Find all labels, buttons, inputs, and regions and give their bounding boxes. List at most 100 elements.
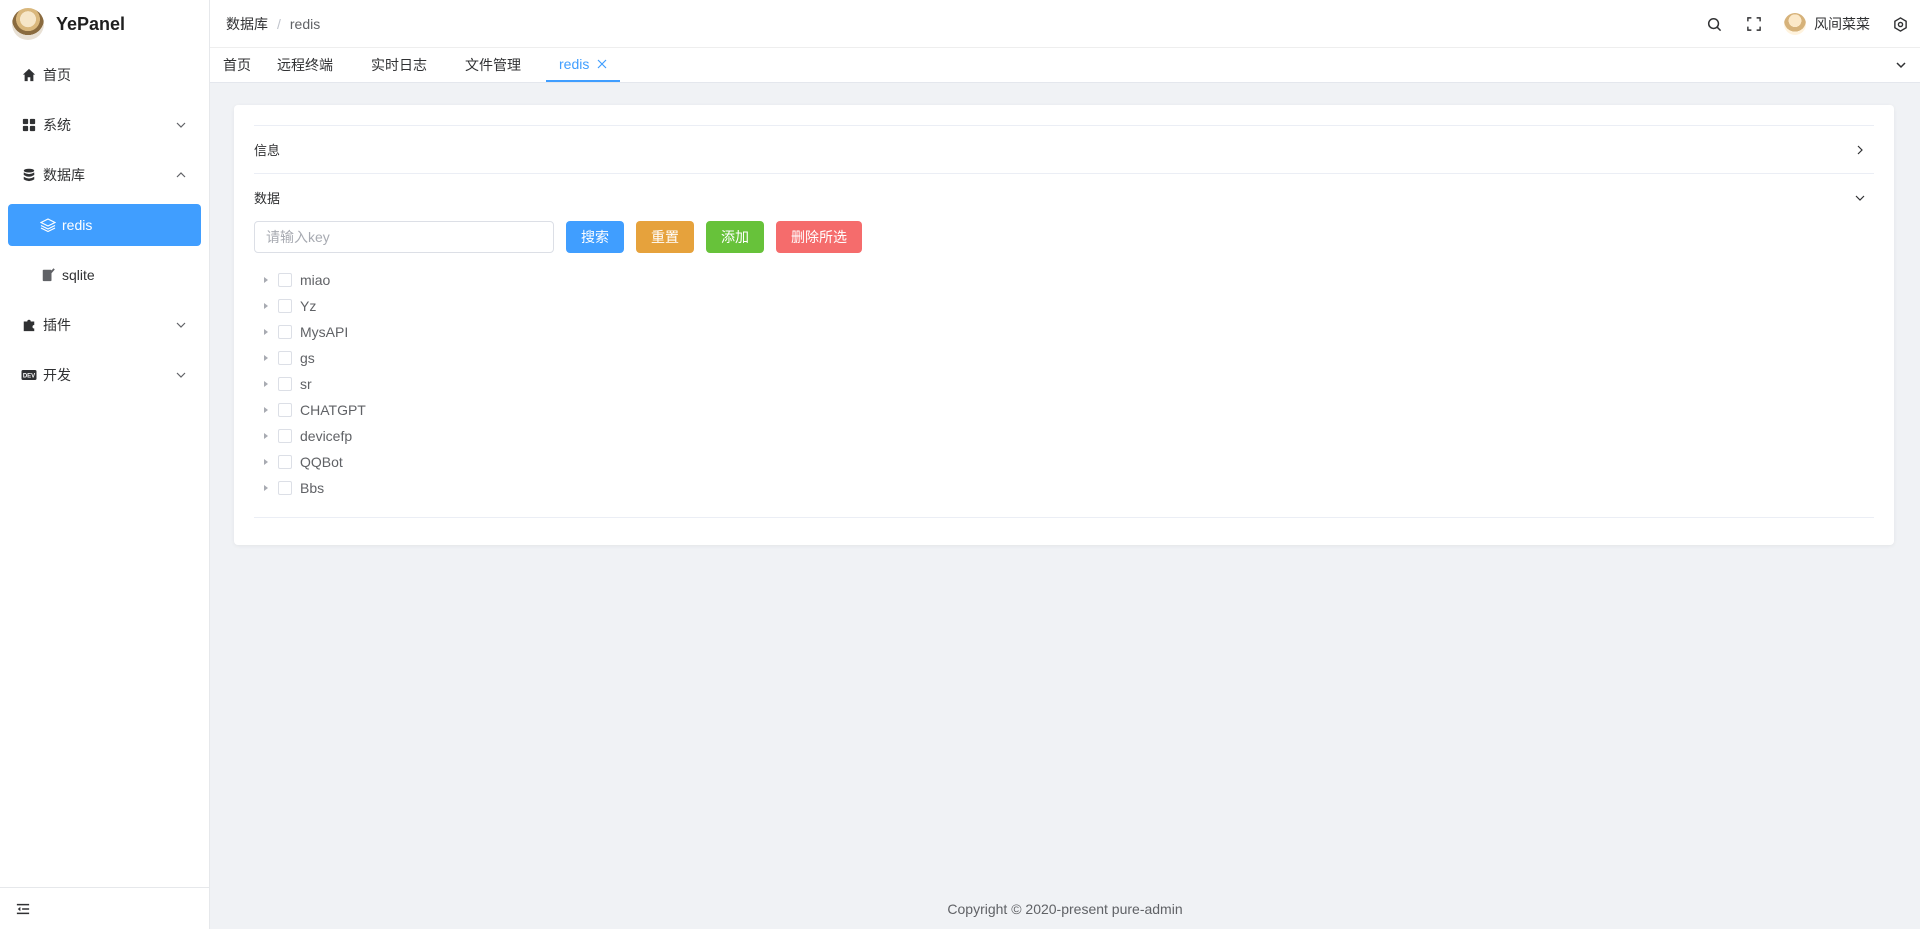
- feather-icon: [40, 267, 56, 283]
- tree-node-label: CHATGPT: [300, 402, 366, 418]
- sidebar-item-dev[interactable]: DEV 开发: [0, 350, 209, 400]
- tree-node-checkbox[interactable]: [278, 351, 292, 365]
- user-name: 风间菜菜: [1814, 16, 1870, 32]
- menu-fold-icon: [16, 903, 30, 914]
- sidebar-item-home[interactable]: 首页: [0, 50, 209, 100]
- tree-node-label: devicefp: [300, 428, 353, 444]
- redis-panel: 信息 数据 搜索 重置 添加 删除所选 miao Yz MysAPI gs sr CHAT…: [234, 105, 1894, 545]
- tree-node-label: MysAPI: [300, 324, 349, 340]
- caret-right-icon[interactable]: [254, 449, 278, 475]
- tree-node-checkbox[interactable]: [278, 455, 292, 469]
- dev-icon: DEV: [21, 367, 37, 383]
- tab-terminal[interactable]: 远程终端: [264, 48, 346, 82]
- sidebar-item-redis[interactable]: redis: [8, 204, 201, 246]
- caret-right-icon[interactable]: [254, 345, 278, 371]
- sidebar-item-label: 系统: [43, 117, 71, 133]
- toolbar: 搜索 重置 添加 删除所选: [254, 221, 1874, 253]
- sidebar-item-database[interactable]: 数据库: [0, 150, 209, 200]
- tab-logs[interactable]: 实时日志: [358, 48, 440, 82]
- collapse-title: 信息: [254, 143, 281, 158]
- tree-node[interactable]: miao: [254, 267, 1874, 293]
- tree-node[interactable]: sr: [254, 371, 1874, 397]
- sidebar-item-label: 数据库: [43, 167, 85, 183]
- caret-right-icon[interactable]: [254, 423, 278, 449]
- header: 数据库 / redis 风间菜菜: [210, 0, 1920, 48]
- sidebar-item-label: 插件: [43, 317, 71, 333]
- search-button[interactable]: [1694, 0, 1734, 48]
- chevron-down-icon: [1855, 195, 1865, 201]
- sidebar-item-label: 首页: [43, 67, 71, 83]
- sidebar: YePanel 首页 系统 数据库 redis sqlite 插件 DEV 开发: [0, 0, 210, 929]
- chevron-down-icon: [176, 122, 186, 128]
- chevron-up-icon: [176, 172, 186, 178]
- svg-text:DEV: DEV: [23, 374, 35, 380]
- tree-node[interactable]: QQBot: [254, 449, 1874, 475]
- header-actions: 风间菜菜: [1694, 0, 1920, 48]
- tree-node-label: miao: [300, 272, 331, 288]
- tree-node-label: QQBot: [300, 454, 343, 470]
- tabs-bar: 首页 远程终端 实时日志 文件管理 redis: [210, 48, 1920, 83]
- sidebar-item-plugins[interactable]: 插件: [0, 300, 209, 350]
- puzzle-icon: [21, 317, 37, 333]
- caret-right-icon[interactable]: [254, 475, 278, 501]
- reset-button[interactable]: 重置: [636, 221, 694, 253]
- tree-node-checkbox[interactable]: [278, 481, 292, 495]
- tree-node-checkbox[interactable]: [278, 403, 292, 417]
- sidebar-menu: 首页 系统 数据库 redis sqlite 插件 DEV 开发: [0, 50, 209, 400]
- breadcrumb: 数据库 / redis: [226, 14, 320, 34]
- tree-node[interactable]: Yz: [254, 293, 1874, 319]
- key-tree: miao Yz MysAPI gs sr CHATGPT devicefp QQBot Bbs: [254, 267, 1874, 501]
- database-icon: [21, 167, 37, 183]
- collapse-title: 数据: [254, 191, 281, 206]
- close-icon[interactable]: [597, 59, 607, 69]
- caret-right-icon[interactable]: [254, 267, 278, 293]
- caret-right-icon[interactable]: [254, 371, 278, 397]
- home-icon: [21, 67, 37, 83]
- tree-node-checkbox[interactable]: [278, 299, 292, 313]
- delete-selected-button[interactable]: 删除所选: [776, 221, 862, 253]
- tree-node[interactable]: devicefp: [254, 423, 1874, 449]
- search-button[interactable]: 搜索: [566, 221, 624, 253]
- tree-node[interactable]: gs: [254, 345, 1874, 371]
- chevron-down-icon: [176, 372, 186, 378]
- app-title: YePanel: [56, 13, 126, 34]
- tab-label: 文件管理: [465, 57, 521, 73]
- caret-right-icon[interactable]: [254, 397, 278, 423]
- settings-button[interactable]: [1880, 0, 1920, 48]
- tab-home[interactable]: 首页: [210, 48, 264, 82]
- sidebar-item-system[interactable]: 系统: [0, 100, 209, 150]
- breadcrumb-item[interactable]: 数据库: [226, 14, 268, 34]
- collapse-header-data[interactable]: 数据: [254, 173, 1874, 221]
- tab-label: 实时日志: [371, 57, 427, 73]
- tree-node[interactable]: MysAPI: [254, 319, 1874, 345]
- sidebar-item-label: sqlite: [62, 267, 95, 283]
- tree-node[interactable]: CHATGPT: [254, 397, 1874, 423]
- chevron-down-icon: [1896, 62, 1906, 69]
- tree-node-checkbox[interactable]: [278, 429, 292, 443]
- sidebar-item-sqlite[interactable]: sqlite: [0, 250, 209, 300]
- fullscreen-button[interactable]: [1734, 0, 1774, 48]
- tab-redis[interactable]: redis: [546, 48, 621, 82]
- search-icon: [1707, 17, 1721, 31]
- tabs-more-button[interactable]: [1890, 54, 1912, 76]
- tree-node-checkbox[interactable]: [278, 325, 292, 339]
- caret-right-icon[interactable]: [254, 293, 278, 319]
- grid-icon: [21, 117, 37, 133]
- tab-files[interactable]: 文件管理: [452, 48, 534, 82]
- tree-node-checkbox[interactable]: [278, 377, 292, 391]
- collapse-header-info[interactable]: 信息: [254, 125, 1874, 173]
- collapse-body-data: 搜索 重置 添加 删除所选 miao Yz MysAPI gs sr CHATGPT dev…: [254, 221, 1874, 518]
- logo[interactable]: YePanel: [0, 0, 209, 48]
- caret-right-icon[interactable]: [254, 319, 278, 345]
- tree-node-label: gs: [300, 350, 315, 366]
- collapse-sidebar-button[interactable]: [0, 887, 209, 929]
- gear-icon: [1893, 16, 1907, 32]
- breadcrumb-separator: /: [277, 15, 281, 32]
- tab-label: redis: [559, 56, 590, 72]
- tree-node[interactable]: Bbs: [254, 475, 1874, 501]
- tree-node-checkbox[interactable]: [278, 273, 292, 287]
- key-search-input[interactable]: [254, 221, 554, 253]
- user-menu[interactable]: 风间菜菜: [1774, 0, 1880, 48]
- add-button[interactable]: 添加: [706, 221, 764, 253]
- copyright: Copyright © 2020-present pure-admin: [947, 901, 1183, 917]
